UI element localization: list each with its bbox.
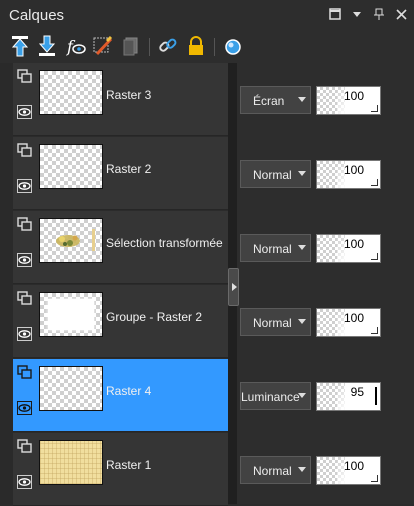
opacity-slider[interactable]: 100 [316,456,381,485]
layer-group-icon[interactable] [17,69,32,83]
layer-row[interactable]: Groupe - Raster 2 [13,285,228,358]
opacity-value: 100 [343,311,364,325]
layer-settings-panel [237,63,414,504]
blend-mode-select[interactable]: Normal [240,234,311,262]
resize-grip-icon [371,179,378,186]
layer-group-icon[interactable] [17,217,32,231]
lock-icon[interactable] [185,35,207,57]
blend-mode-value: Normal [253,242,292,256]
link-icon[interactable] [157,35,179,57]
layer-row[interactable]: Raster 1 [13,433,228,506]
layer-name[interactable]: Raster 4 [106,384,151,398]
maximize-icon[interactable] [328,7,342,21]
resize-grip-icon [371,253,378,260]
visibility-eye-icon[interactable] [17,475,32,489]
visibility-eye-icon[interactable] [17,401,32,415]
layer-row[interactable]: Sélection transformée [13,211,228,284]
opacity-slider[interactable]: 100 [316,86,381,115]
opacity-value: 100 [343,163,364,177]
panel-title: Calques [9,7,65,24]
layer-name[interactable]: Sélection transformée [106,236,223,250]
delete-layer-icon[interactable] [120,35,142,57]
layer-group-icon[interactable] [17,439,32,453]
resize-grip-icon [371,327,378,334]
layer-name[interactable]: Groupe - Raster 2 [106,310,202,324]
layer-row[interactable]: Raster 3 [13,63,228,136]
pin-icon[interactable] [372,7,386,21]
opacity-slider[interactable]: 100 [316,160,381,189]
layer-thumbnail [39,366,103,411]
layer-thumbnail [39,144,103,189]
dropdown-icon[interactable] [350,7,364,21]
layer-list: Raster 3 Raster 2 Sélection transformée … [0,63,414,506]
opacity-value: 100 [343,89,364,103]
chevron-down-icon [298,393,306,398]
layers-toolbar: f [0,30,414,63]
visibility-eye-icon[interactable] [17,327,32,341]
layer-row[interactable]: Raster 2 [13,137,228,210]
chevron-down-icon [298,245,306,250]
opacity-value: 95 [350,385,364,399]
blend-mode-select[interactable]: Luminance [240,382,311,410]
layer-thumbnail [39,440,103,485]
blend-mode-value: Normal [253,316,292,330]
toolbar-separator [214,38,215,56]
opacity-slider[interactable]: 100 [316,234,381,263]
opacity-value: 100 [343,237,364,251]
layer-group-icon[interactable] [17,365,32,379]
resize-grip-icon [371,475,378,482]
visibility-eye-icon[interactable] [17,253,32,267]
layer-thumbnail [39,218,103,263]
blend-mode-value: Normal [253,168,292,182]
layer-thumbnail [39,70,103,115]
blend-mode-select[interactable]: Écran [240,86,311,114]
layer-group-icon[interactable] [17,291,32,305]
blend-mode-value: Luminance [241,390,300,404]
new-layer-icon[interactable]: f [65,35,87,57]
layer-list-gutter [0,63,13,504]
layer-thumbnail [39,292,103,337]
chevron-down-icon [298,467,306,472]
opacity-level-marker [375,387,377,405]
visibility-eye-icon[interactable] [17,179,32,193]
layer-row-selected[interactable]: Raster 4 [13,359,228,432]
visibility-eye-icon[interactable] [17,105,32,119]
chevron-down-icon [298,319,306,324]
opacity-slider[interactable]: 95 [316,382,381,411]
chevron-down-icon [298,171,306,176]
toolbar-separator [149,38,150,56]
blend-mode-value: Normal [253,464,292,478]
opacity-value: 100 [343,459,364,473]
window-controls [328,7,408,21]
chevron-down-icon [298,97,306,102]
layer-name[interactable]: Raster 2 [106,162,151,176]
collapse-handle-icon[interactable] [228,268,239,306]
blend-mode-select[interactable]: Normal [240,456,311,484]
panel-titlebar: Calques [0,0,414,30]
layer-name[interactable]: Raster 1 [106,458,151,472]
opacity-slider[interactable]: 100 [316,308,381,337]
layer-group-icon[interactable] [17,143,32,157]
close-icon[interactable] [394,7,408,21]
resize-grip-icon [371,105,378,112]
move-layer-down-icon[interactable] [36,35,58,57]
move-layer-up-icon[interactable] [9,35,31,57]
properties-icon[interactable] [92,35,114,57]
blend-mode-select[interactable]: Normal [240,160,311,188]
layer-name[interactable]: Raster 3 [106,88,151,102]
blend-mode-select[interactable]: Normal [240,308,311,336]
mask-icon[interactable] [222,35,244,57]
blend-mode-value: Écran [253,94,285,108]
